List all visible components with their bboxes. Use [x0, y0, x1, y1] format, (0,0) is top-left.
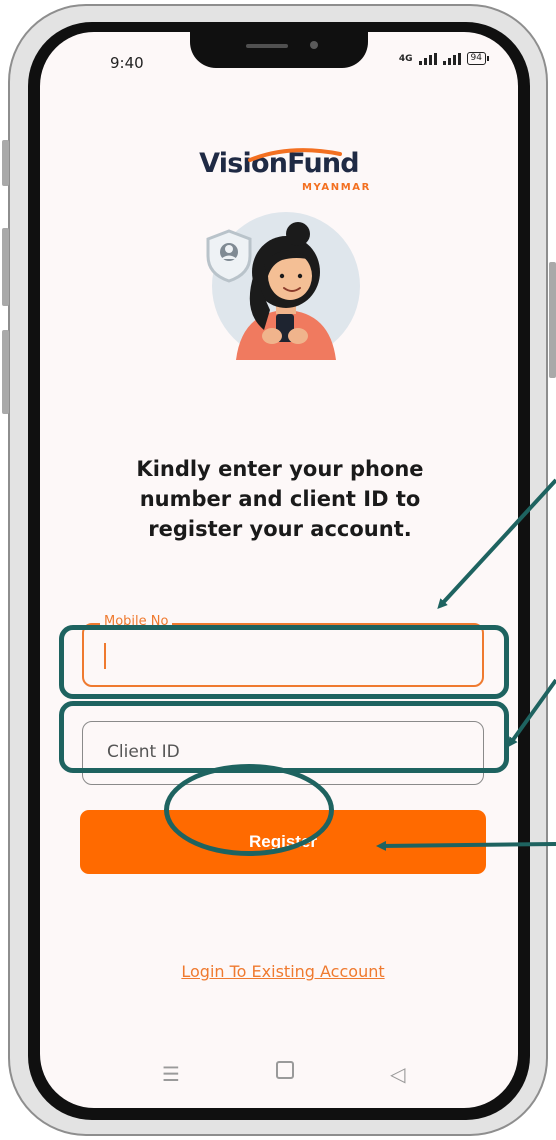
annotation-arrows: [376, 478, 556, 851]
arrow-to-client: [507, 678, 556, 748]
arrow-to-register: [376, 840, 556, 851]
arrow-to-mobile: [437, 478, 556, 609]
